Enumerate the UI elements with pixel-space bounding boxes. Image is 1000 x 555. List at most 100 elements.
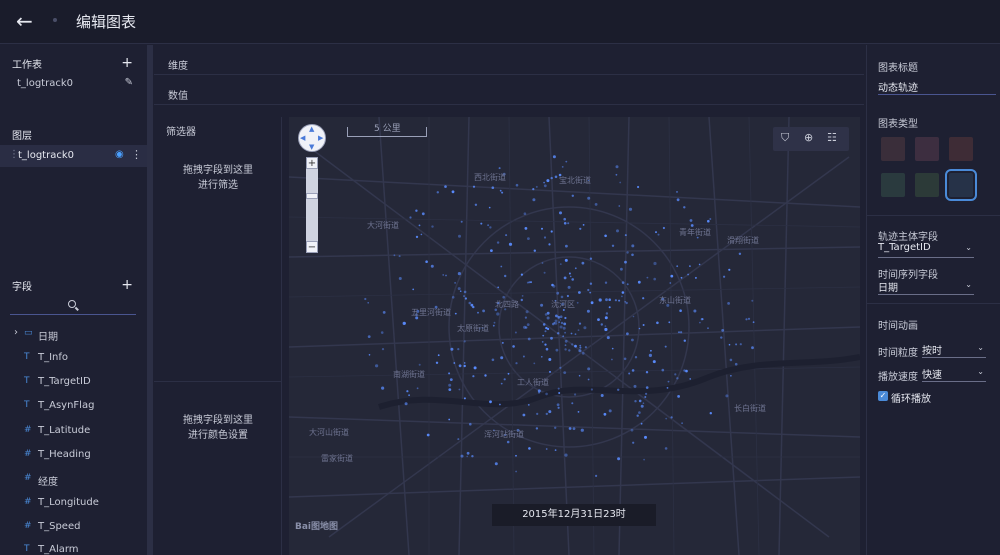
field-item[interactable]: T T_AsynFlag: [0, 397, 140, 417]
scatter-map-type-icon[interactable]: [881, 173, 905, 197]
worksheet-item[interactable]: t_logtrack0: [17, 78, 73, 89]
track-point: [460, 454, 464, 458]
field-item[interactable]: # T_Latitude: [0, 422, 140, 442]
track-point: [472, 185, 476, 188]
granularity-select[interactable]: 按时 ⌄: [922, 342, 986, 358]
track-point: [489, 400, 492, 404]
number-type-icon: #: [24, 425, 32, 435]
more-vertical-icon[interactable]: ⋮: [131, 148, 142, 161]
track-point: [444, 185, 447, 188]
track-point: [545, 448, 548, 450]
chevron-right-icon[interactable]: ›: [14, 327, 18, 338]
track-point: [632, 315, 635, 318]
track-point: [589, 291, 592, 294]
track-point: [617, 388, 620, 391]
track-point: [543, 181, 545, 184]
zoom-in-icon[interactable]: +: [306, 157, 318, 169]
track-point: [544, 343, 547, 346]
field-item-date[interactable]: › ▭ 日期: [0, 325, 140, 345]
filter-drop-zone[interactable]: 拖拽字段到这里 进行筛选: [154, 163, 282, 193]
track-point: [578, 291, 581, 294]
add-worksheet-plus-icon[interactable]: +: [121, 56, 133, 70]
track-point: [562, 335, 565, 338]
field-item[interactable]: T T_Info: [0, 349, 140, 369]
color-drop-zone[interactable]: 拖拽字段到这里 进行颜色设置: [154, 413, 282, 443]
time-field-select[interactable]: 日期 ⌄: [878, 279, 974, 295]
zoom-slider[interactable]: + −: [306, 157, 318, 253]
track-point: [642, 402, 645, 405]
track-point: [638, 411, 641, 414]
track-point: [532, 188, 535, 191]
track-point: [653, 277, 656, 281]
track-point: [555, 348, 559, 352]
map-label: 滑翔街道: [727, 236, 759, 245]
field-label: T_Speed: [38, 521, 81, 532]
map-canvas[interactable]: 西北街道 宝北街道 大河街道 青年街道 滑翔街道 东山街道 北四路 五里河街道 …: [289, 117, 860, 555]
track-point: [640, 422, 643, 425]
subject-field-select[interactable]: T_TargetID ⌄: [878, 242, 974, 258]
track-point: [579, 346, 582, 349]
add-field-plus-icon[interactable]: +: [121, 278, 133, 292]
dimension-shelf[interactable]: 维度: [154, 45, 864, 75]
zoom-search-icon[interactable]: ⊕: [804, 131, 813, 144]
speed-select[interactable]: 快速 ⌄: [922, 366, 986, 382]
scrollbar[interactable]: [147, 45, 153, 555]
track-point: [574, 333, 577, 336]
field-item[interactable]: # T_Longitude: [0, 494, 140, 514]
pan-right-icon[interactable]: ▶: [318, 134, 323, 142]
legend-icon[interactable]: ☷: [827, 131, 837, 144]
field-item[interactable]: T T_TargetID: [0, 373, 140, 393]
eye-icon[interactable]: ◉: [115, 149, 124, 160]
zoom-out-icon[interactable]: −: [306, 241, 318, 253]
track-point: [652, 360, 656, 364]
field-item[interactable]: T T_Alarm: [0, 541, 140, 555]
track-point: [566, 294, 569, 298]
region-map-type-icon[interactable]: [915, 137, 939, 161]
map-style-icon[interactable]: ⛉: [781, 131, 789, 145]
track-point: [524, 227, 528, 230]
zoom-handle[interactable]: [306, 193, 318, 199]
track-map-type-icon[interactable]: [945, 169, 977, 201]
track-point: [559, 263, 562, 265]
track-point: [556, 291, 560, 295]
field-item[interactable]: # T_Speed: [0, 518, 140, 538]
field-search-input[interactable]: [10, 298, 136, 315]
edit-pencil-icon[interactable]: ✎: [125, 77, 133, 88]
chart-title-input[interactable]: 动态轨迹: [878, 78, 996, 95]
chevron-down-icon: ⌄: [977, 367, 984, 376]
track-point: [554, 426, 557, 429]
track-point: [600, 323, 603, 326]
track-point: [617, 457, 621, 461]
map-pan-control[interactable]: ▲ ▼ ◀ ▶: [298, 124, 326, 152]
track-point: [547, 327, 550, 331]
track-point: [674, 373, 677, 376]
pan-left-icon[interactable]: ◀: [300, 134, 305, 142]
track-point: [680, 331, 683, 334]
chevron-down-icon: ⌄: [977, 343, 984, 352]
map-logo: Bai图地图: [295, 522, 339, 532]
track-point: [415, 209, 418, 212]
track-point: [553, 322, 556, 324]
track-point: [561, 166, 564, 168]
track-point: [559, 211, 562, 215]
heat-map-type-icon[interactable]: [881, 137, 905, 161]
field-item[interactable]: # T_Heading: [0, 446, 140, 466]
back-arrow-icon[interactable]: ←: [16, 9, 42, 35]
field-label: T_Longitude: [38, 497, 99, 508]
pan-down-icon[interactable]: ▼: [309, 143, 314, 151]
field-item[interactable]: # 经度: [0, 470, 140, 490]
track-point: [670, 274, 674, 278]
worksheet-title: 工作表: [12, 60, 42, 71]
loop-checkbox[interactable]: ✓: [878, 391, 888, 401]
track-point: [552, 155, 556, 159]
path-map-type-icon[interactable]: [915, 173, 939, 197]
value-shelf[interactable]: 数值: [154, 75, 864, 105]
layer-item[interactable]: ⋮ t_logtrack0 ◉ ⋮: [0, 145, 147, 167]
track-point: [525, 310, 529, 314]
track-point: [685, 369, 688, 373]
track-point: [412, 288, 415, 291]
flow-map-type-icon[interactable]: [949, 137, 973, 161]
track-point: [720, 336, 723, 339]
track-point: [514, 331, 517, 334]
pan-up-icon[interactable]: ▲: [309, 125, 314, 133]
